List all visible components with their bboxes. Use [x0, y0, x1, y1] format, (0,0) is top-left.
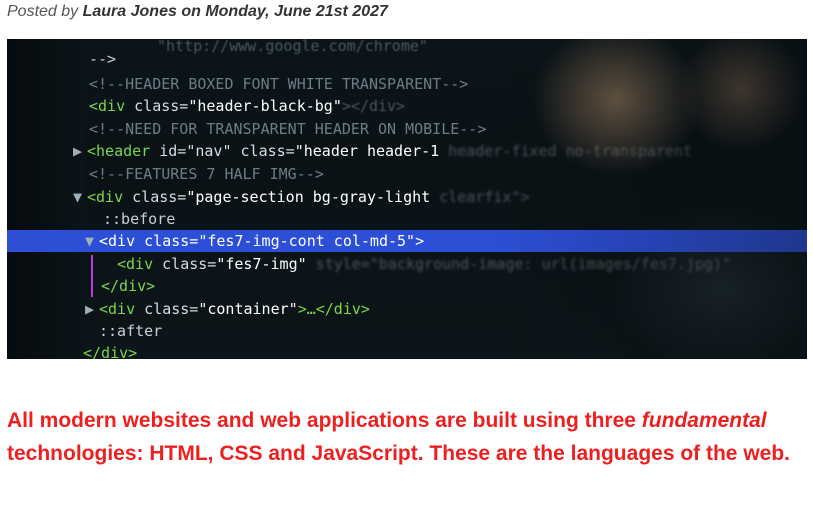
indent-guide-marker [91, 255, 93, 297]
author-name: Laura Jones [82, 3, 177, 20]
code-line-2: <!--HEADER BOXED FONT WHITE TRANSPARENT-… [89, 73, 468, 95]
code-text: --> [89, 50, 117, 68]
expand-triangle-icon: ▶ [85, 300, 95, 318]
collapse-triangle-icon: ▼ [85, 232, 95, 250]
code-line-10: <div class="fes7-img" style="background-… [117, 255, 732, 273]
collapse-triangle-icon: ▼ [73, 188, 83, 206]
code-line-9-selected: ▼ <div class="fes7-img-cont col-md-5"> [85, 232, 425, 250]
code-line-11: </div> [101, 277, 156, 295]
emphasis-word: fundamental [641, 409, 767, 432]
code-comment: <!--HEADER BOXED FONT WHITE TRANSPARENT-… [89, 75, 469, 93]
code-line-13: ::after [99, 322, 163, 340]
code-line-5: ▶ <header id="nav" class="header header-1… [73, 142, 693, 160]
byline-prefix: Posted by [7, 3, 83, 20]
code-line-3: <div class="header-black-bg"></div> [89, 97, 406, 115]
code-line-6: <!--FEATURES 7 HALF IMG--> [89, 165, 324, 183]
code-line-12: ▶ <div class="container">…</div> [85, 300, 370, 318]
code-line-1: --> [89, 48, 116, 70]
post-date: on Monday, June 21st 2027 [181, 3, 388, 20]
code-line-url: "http://www.google.com/chrome" [157, 39, 428, 55]
expand-triangle-icon: ▶ [73, 142, 83, 160]
code-line-8: ::before [103, 210, 176, 228]
code-line-4: <!--NEED FOR TRANSPARENT HEADER ON MOBIL… [89, 120, 487, 138]
intro-paragraph: All modern websites and web applications… [7, 409, 790, 465]
post-byline: Posted by Laura Jones on Monday, June 21… [7, 2, 388, 22]
code-line-14: </div> [83, 344, 138, 359]
code-line-7: ▼ <div class="page-section bg-gray-light … [73, 188, 530, 206]
code-screenshot-image: "http://www.google.com/chrome" --> <!--H… [7, 39, 807, 359]
